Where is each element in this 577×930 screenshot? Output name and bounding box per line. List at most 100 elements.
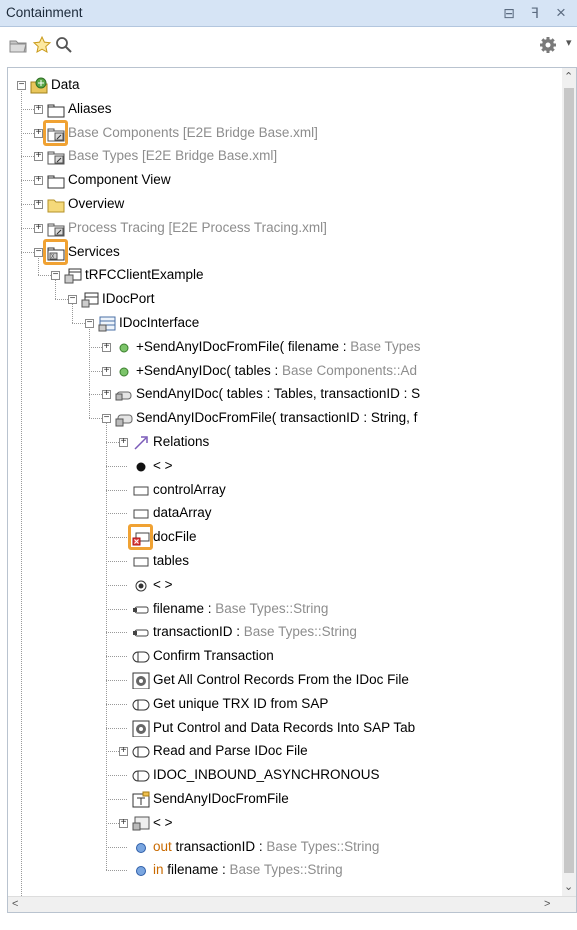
pkg-ref-icon	[47, 220, 65, 237]
tree-item-unnamed-2[interactable]: < >	[8, 574, 564, 597]
label-segment: Base Components::Ad	[281, 362, 418, 378]
expand-icon[interactable]: +	[34, 222, 43, 233]
tree-item-transaction-id[interactable]: transactionID : Base Types::String	[8, 621, 564, 644]
horizontal-scrollbar[interactable]: < >	[8, 896, 576, 912]
tree-item-confirm-transaction[interactable]: Confirm Transaction	[8, 645, 564, 668]
tree-item-data[interactable]: − Data	[8, 74, 564, 97]
expand-icon[interactable]: +	[119, 746, 128, 757]
label-segment: tRFCClientExample	[85, 267, 204, 283]
tree-item-get-unique-trx-id[interactable]: Get unique TRX ID from SAP	[8, 693, 564, 716]
folder-open-icon[interactable]	[8, 35, 28, 55]
tree-item-sendanyidocfromfile[interactable]: SendAnyIDocFromFile	[8, 788, 564, 811]
tree-item-trfc-client-example[interactable]: − tRFCClientExample	[8, 264, 564, 287]
containment-tree[interactable]: − Data + Aliases + Base Components [E2E Bridg…	[7, 67, 577, 913]
tree-item-put-control-data-records[interactable]: Put Control and Data Records Into SAP Ta…	[8, 717, 564, 740]
tree-item-overview[interactable]: + Overview	[8, 193, 564, 216]
tree-item-get-all-control-records[interactable]: Get All Control Records From the IDoc Fi…	[8, 669, 564, 692]
label-segment: +SendAnyIDoc( tables :	[136, 362, 282, 378]
tree-item-unnamed-3[interactable]: + < >	[8, 812, 564, 835]
tree-item-label: < >	[153, 812, 173, 834]
activity-icon	[132, 791, 150, 808]
scroll-right-icon[interactable]: >	[544, 898, 550, 910]
tree-item-op-sendanyidocfromfile[interactable]: + +SendAnyIDocFromFile( filename : Base T…	[8, 336, 564, 359]
tree-item-component-view[interactable]: + Component View	[8, 169, 564, 192]
tree-item-label: IDocInterface	[119, 312, 199, 334]
tree-item-op-sendanyidoc[interactable]: + +SendAnyIDoc( tables : Base Components:…	[8, 360, 564, 383]
scrollbar-thumb[interactable]	[564, 88, 574, 873]
collapse-icon[interactable]: −	[102, 413, 111, 424]
tree-item-label: dataArray	[153, 502, 212, 524]
tree-item-unnamed-1[interactable]: < >	[8, 455, 564, 478]
tree-item-process-tracing[interactable]: + Process Tracing [E2E Process Tracing.xm…	[8, 217, 564, 240]
label-segment: transactionID :	[153, 624, 244, 640]
tree-item-base-components[interactable]: + Base Components [E2E Bridge Base.xml]	[8, 122, 564, 145]
gear-dropdown-icon[interactable]: ▾	[566, 36, 572, 49]
label-segment: Get unique TRX ID from SAP	[153, 695, 329, 711]
tree-item-label: +SendAnyIDocFromFile( filename : Base Ty…	[136, 336, 421, 358]
tree-item-read-parse-idoc-file[interactable]: + Read and Parse IDoc File	[8, 740, 564, 763]
expand-icon[interactable]: +	[34, 127, 43, 138]
tree-item-tables[interactable]: tables	[8, 550, 564, 573]
tree-item-label: < >	[153, 574, 173, 596]
collapse-icon[interactable]: −	[51, 270, 60, 281]
gear-icon[interactable]	[538, 35, 558, 55]
tree-item-label: +SendAnyIDoc( tables : Base Components::…	[136, 360, 417, 382]
expand-icon[interactable]: +	[119, 817, 128, 828]
star-icon[interactable]	[32, 35, 52, 55]
tree-item-filename[interactable]: filename : Base Types::String	[8, 598, 564, 621]
pin-icon[interactable]: ꟻ	[526, 3, 544, 23]
expand-icon[interactable]: +	[34, 175, 43, 186]
tree-item-impl-sendanyidoc[interactable]: + SendAnyIDoc( tables : Tables, transacti…	[8, 383, 564, 406]
tree-item-label: SendAnyIDocFromFile	[153, 788, 289, 810]
label-segment: Component View	[68, 172, 171, 188]
search-icon[interactable]	[54, 35, 74, 55]
tree-item-label: Read and Parse IDoc File	[153, 740, 308, 762]
expand-icon[interactable]: +	[119, 437, 128, 447]
iface-icon	[98, 315, 116, 332]
tree-item-out-transaction-id[interactable]: out transactionID : Base Types::String	[8, 836, 564, 859]
svc2-icon	[64, 267, 82, 284]
scroll-up-icon[interactable]: ⌃	[564, 70, 573, 83]
restore-icon[interactable]: ⊟	[500, 3, 518, 23]
close-icon[interactable]: ×	[552, 3, 570, 23]
action-icon	[132, 767, 150, 784]
scroll-left-icon[interactable]: <	[12, 898, 18, 910]
vertical-scrollbar[interactable]: ⌃ ⌄	[562, 68, 576, 898]
tree-item-base-types[interactable]: + Base Types [E2E Bridge Base.xml]	[8, 145, 564, 168]
collapse-icon[interactable]: −	[68, 294, 77, 305]
expand-icon[interactable]: +	[34, 199, 43, 209]
tree-item-in-filename[interactable]: in filename : Base Types::String	[8, 859, 564, 882]
highlight-box	[43, 238, 68, 265]
tree-item-label: Relations	[153, 431, 209, 453]
tree-item-aliases[interactable]: + Aliases	[8, 98, 564, 121]
tree-item-relations[interactable]: + Relations	[8, 431, 564, 454]
expand-icon[interactable]: +	[34, 151, 43, 162]
label-segment: Relations	[153, 434, 210, 449]
scroll-down-icon[interactable]: ⌄	[564, 880, 573, 893]
op-impl2-icon	[115, 410, 133, 427]
tree-item-impl-sendanyidocfromfile[interactable]: − SendAnyIDocFromFile( transactionID : St…	[8, 407, 564, 430]
tree-item-data-array[interactable]: dataArray	[8, 502, 564, 525]
label-segment: < >	[153, 457, 173, 473]
tree-item-label: in filename : Base Types::String	[153, 859, 343, 881]
tree-item-control-array[interactable]: controlArray	[8, 479, 564, 502]
collapse-icon[interactable]: −	[85, 318, 94, 328]
tree-item-doc-file[interactable]: docFile	[8, 526, 564, 549]
tree-item-label: Confirm Transaction	[153, 645, 274, 667]
expand-icon[interactable]: +	[102, 365, 111, 376]
tree-item-idoc-inbound-async[interactable]: IDOC_INBOUND_ASYNCHRONOUS	[8, 764, 564, 787]
tree-connector	[106, 561, 127, 562]
label-segment: Base Types::String	[266, 838, 380, 854]
panel-titlebar: Containment ⊟ ꟻ ×	[0, 0, 577, 27]
tree-item-idoc-interface[interactable]: − IDocInterface	[8, 312, 564, 335]
rect-icon	[132, 482, 150, 499]
tree-connector	[106, 465, 127, 467]
label-segment: Base Types	[350, 338, 421, 354]
expand-icon[interactable]: +	[102, 341, 111, 352]
tree-item-services[interactable]: − X Services	[8, 241, 564, 264]
collapse-icon[interactable]: −	[34, 246, 43, 257]
collapse-icon[interactable]: −	[17, 80, 26, 90]
tree-item-idoc-port[interactable]: − IDocPort	[8, 288, 564, 311]
expand-icon[interactable]: +	[34, 103, 43, 114]
expand-icon[interactable]: +	[102, 389, 111, 400]
